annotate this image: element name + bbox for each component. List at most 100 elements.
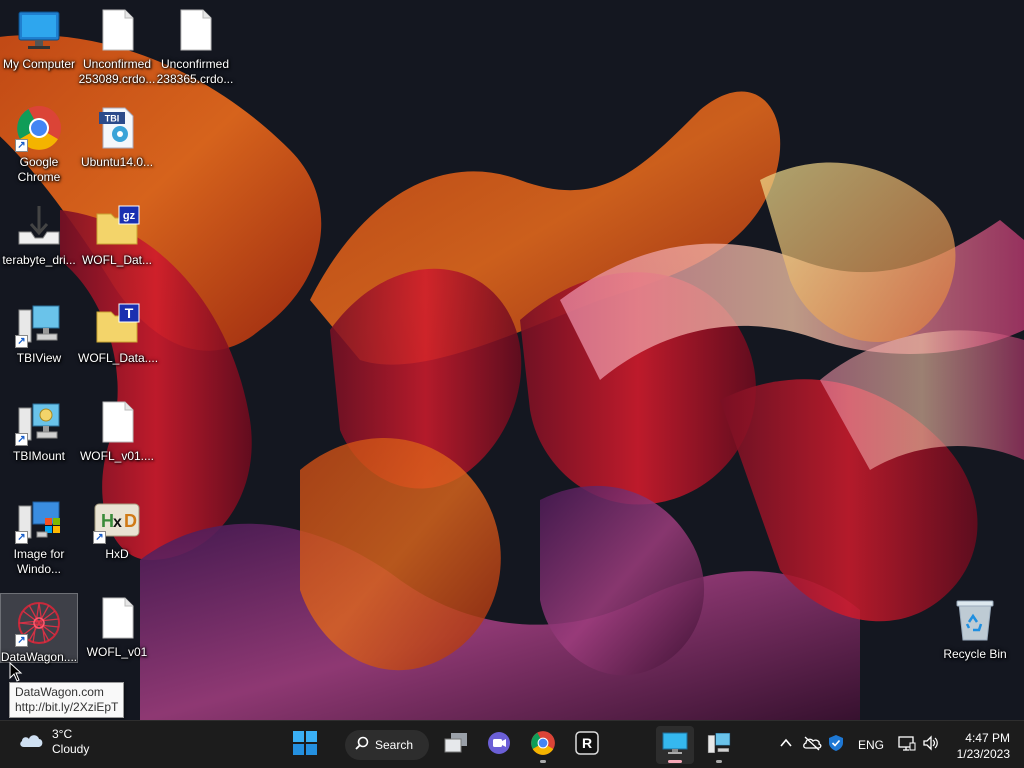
svg-text:D: D [124, 511, 137, 531]
desktop-icon-label: terabyte_dri... [2, 253, 76, 267]
computer-icon [15, 6, 63, 54]
speaker-icon [922, 734, 940, 756]
task-view-button[interactable] [437, 726, 475, 764]
desktop-icon-label: Google Chrome [17, 155, 61, 184]
desktop-icon-label: Unconfirmed 238365.crdo... [156, 57, 234, 86]
desktop-icon-hxd[interactable]: H x D ↗ HxD [78, 490, 156, 562]
desktop-icon-label: My Computer [2, 57, 76, 71]
svg-text:R: R [582, 735, 592, 751]
shortcut-arrow-icon: ↗ [93, 531, 106, 544]
desktop-icon-recycle-bin[interactable]: Recycle Bin [936, 590, 1014, 662]
desktop-icon-tbiview[interactable]: ↗ TBIView [0, 294, 78, 366]
gz-archive-icon: gz [93, 202, 141, 250]
desktop-icon-wofl-v01-file[interactable]: WOFL_v01.... [78, 392, 156, 464]
taskbar-chrome-button[interactable] [524, 726, 562, 764]
desktop-icon-label: TBIMount [12, 449, 66, 463]
tooltip-line-1: DataWagon.com [15, 685, 104, 699]
taskbar-tbimount-button[interactable] [700, 726, 738, 764]
recycle-bin-icon [951, 596, 999, 644]
desktop-icon-wofl-text-archive[interactable]: T WOFL_Data.... [78, 294, 159, 366]
desktop-icon-datawagon[interactable]: ↗ DataWagon.... [0, 593, 78, 664]
desktop-icon-tbimount[interactable]: ↗ TBIMount [0, 392, 78, 464]
tbimount-icon: ↗ [15, 398, 63, 446]
volume-tray-button[interactable] [922, 721, 940, 768]
download-tray-icon [15, 202, 63, 250]
file-icon [93, 594, 141, 642]
search-icon [355, 736, 369, 755]
desktop-icon-label: Unconfirmed 253089.crdo... [78, 57, 156, 86]
running-indicator [540, 760, 546, 763]
taskbar-tbiview-button[interactable] [656, 726, 694, 764]
chrome-icon: ↗ [15, 104, 63, 152]
tbiview-icon: ↗ [15, 300, 63, 348]
tbi-file-icon: TBI [93, 104, 141, 152]
svg-text:T: T [125, 305, 134, 321]
datawagon-icon: ↗ [15, 599, 63, 647]
desktop-icon-label: WOFL_Data.... [78, 351, 159, 365]
task-view-icon [444, 732, 468, 759]
desktop-icon-label: WOFL_v01.... [79, 449, 155, 463]
image-for-windows-icon: ↗ [15, 496, 63, 544]
desktop-icon-terabyte-drive[interactable]: terabyte_dri... [0, 196, 78, 268]
network-icon [898, 735, 916, 756]
desktop-icon-unconfirmed-253089[interactable]: Unconfirmed 253089.crdo... [78, 0, 156, 87]
desktop-icon-label: WOFL_v01 [86, 645, 148, 659]
svg-text:gz: gz [123, 210, 136, 222]
desktop-icon-wofl-gz[interactable]: gz WOFL_Dat... [78, 196, 156, 268]
desktop-icon-label: Recycle Bin [943, 647, 1007, 661]
search-label: Search [375, 738, 414, 752]
icon-tooltip: DataWagon.com http://bit.ly/2XziEpT [9, 682, 125, 718]
security-tray-button[interactable] [828, 721, 844, 768]
onedrive-offline-icon [802, 735, 822, 756]
tbimount-icon [706, 730, 732, 761]
desktop-icon-ubuntu-tbi[interactable]: TBI Ubuntu14.0... [78, 98, 156, 170]
language-indicator: ENG [858, 738, 885, 752]
clock-time: 4:47 PM [965, 731, 1010, 745]
taskbar-clock[interactable]: 4:47 PM 1/23/2023 [957, 730, 1010, 762]
shortcut-arrow-icon: ↗ [15, 139, 28, 152]
shortcut-arrow-icon: ↗ [15, 433, 28, 446]
active-indicator [668, 760, 682, 763]
chevron-up-icon [778, 735, 794, 756]
running-indicator [716, 760, 722, 763]
hxd-icon: H x D ↗ [93, 496, 141, 544]
desktop-icon-image-for-windows[interactable]: ↗ Image for Windo... [0, 490, 78, 577]
shield-icon [828, 734, 844, 757]
weather-widget[interactable]: 3°C Cloudy [18, 727, 89, 757]
text-archive-icon: T [93, 300, 141, 348]
tbiview-icon [662, 731, 688, 760]
taskbar-search-button[interactable]: Search [345, 730, 429, 760]
weather-condition: Cloudy [52, 742, 90, 756]
svg-text:x: x [113, 514, 122, 531]
onedrive-tray-button[interactable] [802, 721, 822, 768]
desktop-icon-label: WOFL_Dat... [81, 253, 152, 267]
desktop-icon-wofl-v01[interactable]: WOFL_v01 [78, 588, 156, 660]
desktop-icon-my-computer[interactable]: My Computer [0, 0, 78, 72]
clock-date: 1/23/2023 [956, 747, 1010, 761]
windows-start-icon [293, 730, 317, 760]
chat-button[interactable] [480, 726, 518, 764]
shortcut-arrow-icon: ↗ [15, 531, 28, 544]
desktop-icon-label: Image for Windo... [13, 547, 65, 576]
shortcut-arrow-icon: ↗ [15, 634, 28, 647]
chat-icon [487, 731, 511, 760]
input-language-button[interactable]: ENG [858, 721, 884, 768]
tooltip-line-2: http://bit.ly/2XziEpT [15, 700, 119, 714]
show-hidden-icons-button[interactable] [778, 721, 794, 768]
desktop-icon-google-chrome[interactable]: ↗ Google Chrome [0, 98, 78, 185]
file-icon [93, 398, 141, 446]
r-app-icon: R [575, 730, 599, 760]
network-tray-button[interactable] [898, 721, 916, 768]
desktop-icon-unconfirmed-238365[interactable]: Unconfirmed 238365.crdo... [156, 0, 234, 87]
shortcut-arrow-icon: ↗ [15, 335, 28, 348]
cloud-icon [18, 731, 44, 754]
desktop-icon-label: TBIView [16, 351, 62, 365]
chrome-icon [530, 730, 556, 761]
desktop-icon-label: Ubuntu14.0... [80, 155, 154, 169]
file-icon [93, 6, 141, 54]
taskbar-r-app-button[interactable]: R [568, 726, 606, 764]
file-icon [171, 6, 219, 54]
desktop-icon-label: HxD [105, 547, 129, 561]
start-button[interactable] [286, 726, 324, 764]
weather-temperature: 3°C [52, 727, 73, 741]
